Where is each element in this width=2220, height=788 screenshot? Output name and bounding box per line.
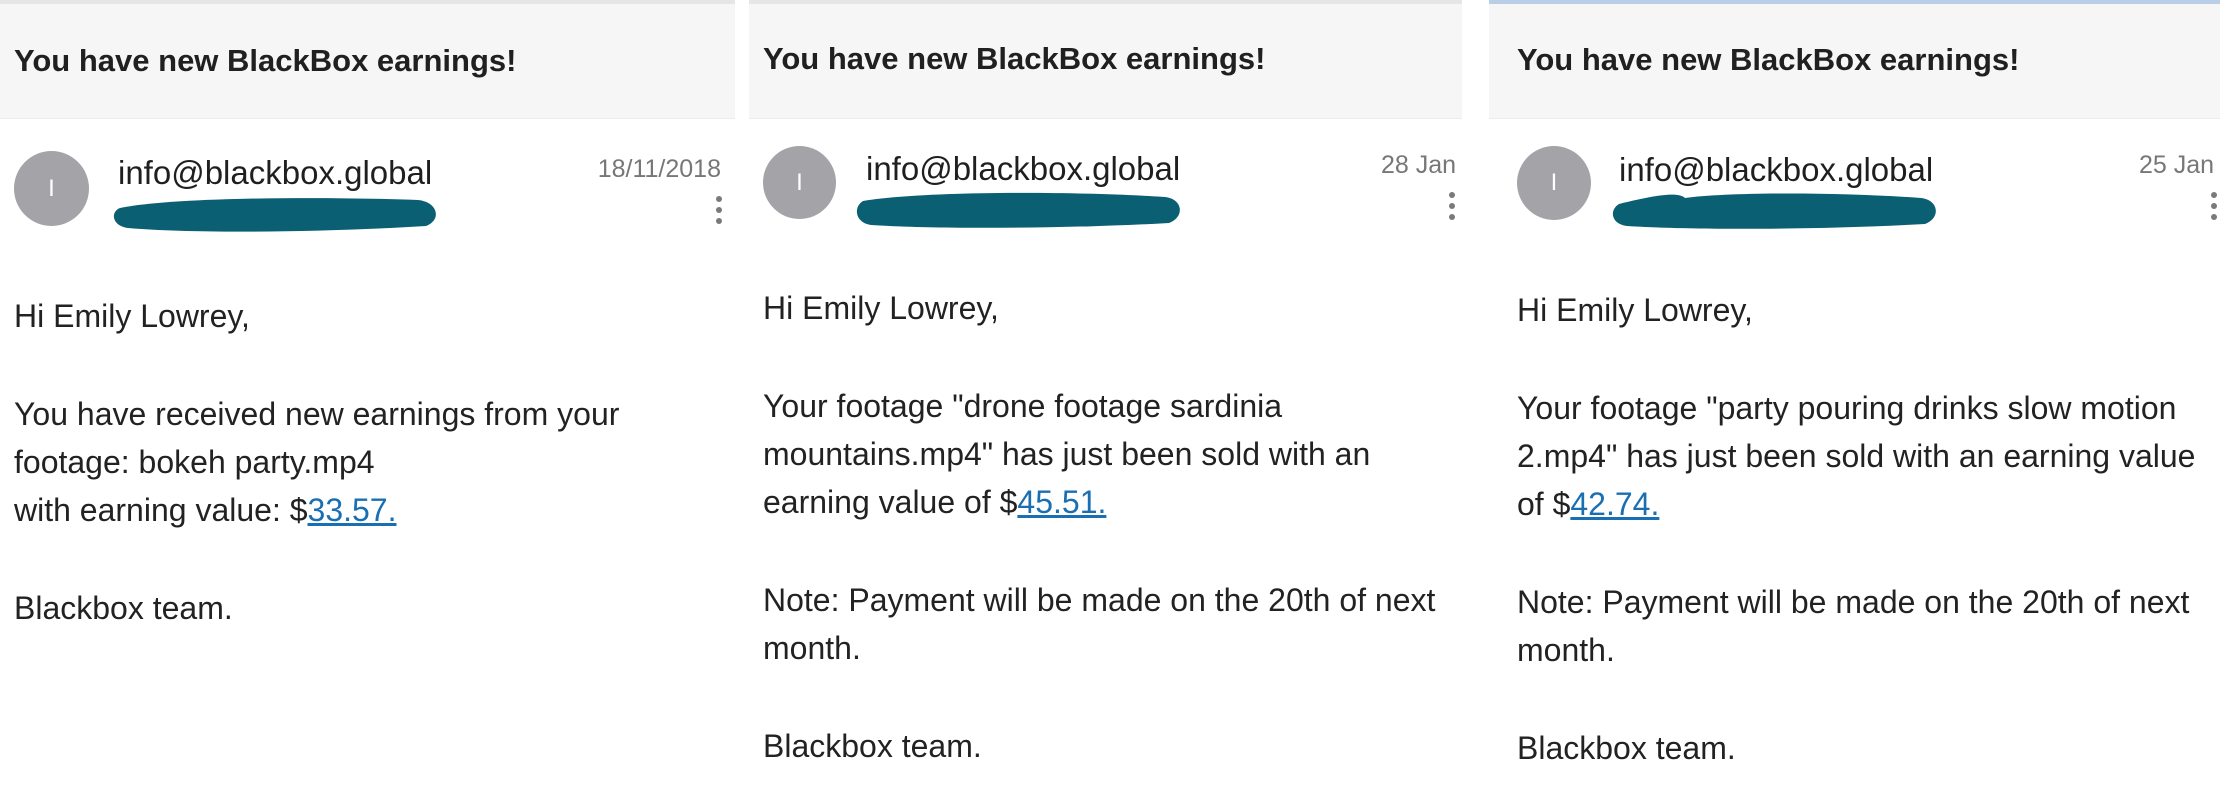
email-body: Hi Emily Lowrey, Your footage "party pou… bbox=[1517, 286, 2212, 772]
earning-amount-link[interactable]: 42.74. bbox=[1570, 486, 1659, 522]
signoff: Blackbox team. bbox=[763, 728, 982, 764]
email-body: Hi Emily Lowrey, Your footage "drone foo… bbox=[763, 284, 1448, 770]
email-body: Hi Emily Lowrey, You have received new e… bbox=[14, 292, 721, 632]
earning-amount-link[interactable]: 45.51. bbox=[1017, 484, 1106, 520]
sender-avatar[interactable]: I bbox=[763, 146, 836, 219]
subject-bar: You have new BlackBox earnings! bbox=[0, 4, 735, 119]
sender-email[interactable]: info@blackbox.global bbox=[118, 154, 432, 192]
greeting: Hi Emily Lowrey, bbox=[763, 290, 999, 326]
earnings-message: Your footage "drone footage sardinia mou… bbox=[763, 382, 1448, 526]
message-line-2: footage: bokeh party.mp4 bbox=[14, 444, 375, 480]
sender-email[interactable]: info@blackbox.global bbox=[866, 150, 1180, 188]
signoff: Blackbox team. bbox=[14, 590, 233, 626]
message-line-1: You have received new earnings from your bbox=[14, 396, 620, 432]
sender-email[interactable]: info@blackbox.global bbox=[1619, 151, 1933, 189]
earnings-message: You have received new earnings from your… bbox=[14, 390, 721, 534]
greeting: Hi Emily Lowrey, bbox=[14, 298, 250, 334]
greeting: Hi Emily Lowrey, bbox=[1517, 292, 1753, 328]
email-date: 25 Jan bbox=[2138, 151, 2214, 179]
email-date: 18/11/2018 bbox=[597, 155, 721, 183]
payment-note: Note: Payment will be made on the 20th o… bbox=[1517, 584, 2190, 668]
email-panel-3: You have new BlackBox earnings! I info@b… bbox=[1489, 0, 2220, 788]
subject-bar: You have new BlackBox earnings! bbox=[1489, 4, 2220, 119]
email-subject: You have new BlackBox earnings! bbox=[14, 43, 517, 78]
subject-bar: You have new BlackBox earnings! bbox=[749, 4, 1462, 119]
redacted-recipient bbox=[113, 198, 436, 232]
more-vertical-icon[interactable] bbox=[1446, 192, 1458, 224]
sender-avatar[interactable]: I bbox=[1517, 146, 1591, 220]
more-vertical-icon[interactable] bbox=[713, 196, 725, 228]
redacted-recipient bbox=[1612, 193, 1936, 229]
sender-avatar[interactable]: I bbox=[14, 151, 89, 226]
signoff: Blackbox team. bbox=[1517, 730, 1736, 766]
redacted-recipient bbox=[856, 192, 1180, 228]
email-panel-1: You have new BlackBox earnings! I info@b… bbox=[0, 0, 735, 788]
email-subject: You have new BlackBox earnings! bbox=[763, 41, 1266, 76]
earnings-message: Your footage "party pouring drinks slow … bbox=[1517, 384, 2212, 528]
more-vertical-icon[interactable] bbox=[2208, 192, 2220, 224]
email-subject: You have new BlackBox earnings! bbox=[1517, 42, 2020, 77]
earning-amount-link[interactable]: 33.57. bbox=[308, 492, 397, 528]
email-date: 28 Jan bbox=[1380, 151, 1456, 179]
payment-note: Note: Payment will be made on the 20th o… bbox=[763, 582, 1436, 666]
email-panel-2: You have new BlackBox earnings! I info@b… bbox=[749, 0, 1462, 788]
message-line-3: with earning value: $ bbox=[14, 492, 308, 528]
